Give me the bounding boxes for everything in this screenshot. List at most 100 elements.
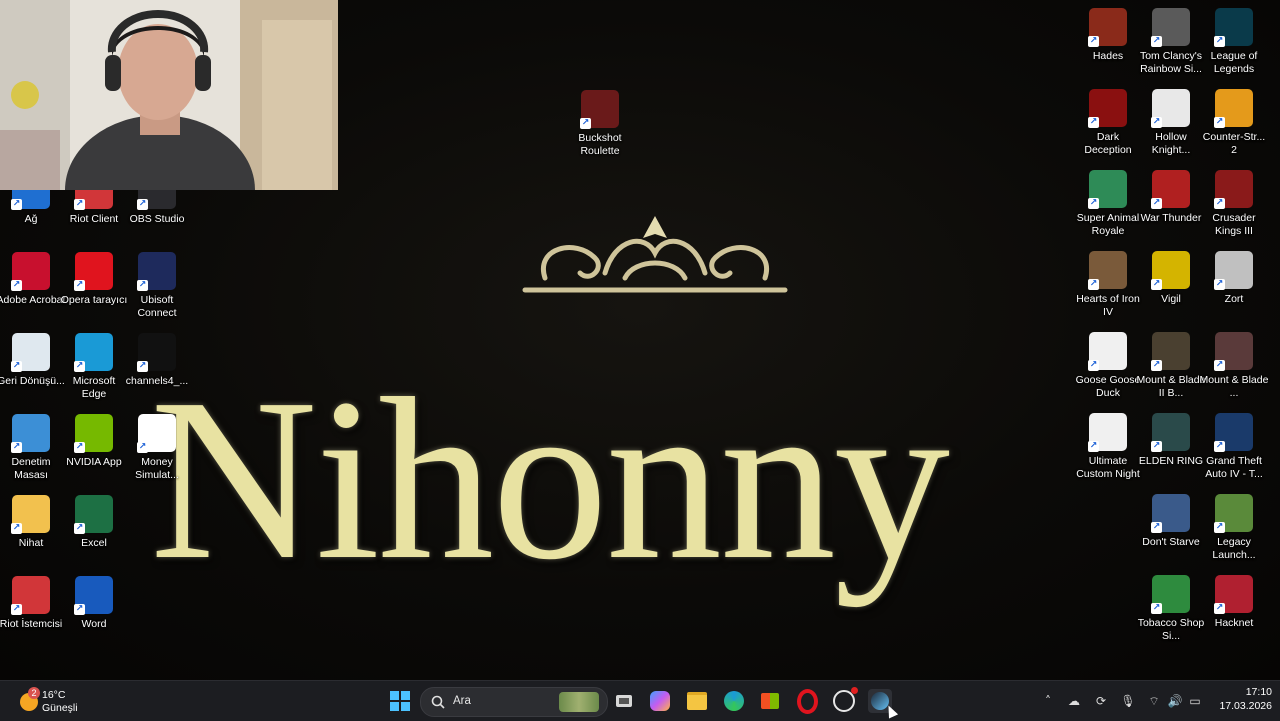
super-animal-royale-icon: ↗ — [1088, 170, 1127, 209]
windows-logo-icon — [390, 691, 410, 711]
desktop-icon-label: Mount & Blade ... — [1199, 374, 1269, 399]
tray-microphone-icon[interactable]: 🎙 — [1120, 693, 1136, 709]
desktop-icon[interactable]: ↗ Ultimate Custom Night — [1074, 411, 1142, 489]
desktop-icon[interactable]: ↗ Ubisoft Connect — [123, 250, 191, 328]
desktop-icon[interactable]: ↗ Nihat — [0, 493, 65, 571]
desktop-icon[interactable]: ↗ Mount & Blade ... — [1200, 330, 1268, 408]
tray-battery-icon[interactable]: ▭ — [1187, 693, 1203, 709]
tray-overflow-chevron-icon[interactable]: ˄ — [1040, 693, 1056, 709]
desktop-icon[interactable]: ↗ Don't Starve — [1137, 492, 1205, 570]
desktop-icon[interactable]: ↗ channels4_... — [123, 331, 191, 409]
edge-icon — [724, 691, 744, 711]
desktop-icon[interactable]: ↗ Geri Dönüşü... — [0, 331, 65, 409]
shortcut-arrow-icon: ↗ — [1214, 603, 1225, 614]
desktop-icon-label: Opera tarayıcı — [60, 294, 128, 306]
taskbar-opera[interactable] — [795, 688, 819, 714]
desktop-icon[interactable]: ↗ Grand Theft Auto IV - T... — [1200, 411, 1268, 489]
desktop-icon[interactable]: ↗ Legacy Launch... — [1200, 492, 1268, 570]
desktop-icon[interactable]: ↗ Riot İstemcisi — [0, 574, 65, 652]
shortcut-arrow-icon: ↗ — [1088, 360, 1099, 371]
desktop-icon[interactable]: ↗ Hacknet — [1200, 573, 1268, 651]
desktop-icon[interactable]: ↗ NVIDIA App — [60, 412, 128, 490]
tray-wifi-icon[interactable]: ⌔ — [1146, 693, 1162, 709]
taskbar-search[interactable]: Ara — [420, 687, 608, 717]
folder-icon — [687, 692, 707, 710]
desktop-icon-label: Counter-Str... 2 — [1202, 131, 1266, 156]
taskbar-edge[interactable] — [722, 689, 746, 713]
desktop-icon-label: Geri Dönüşü... — [0, 375, 65, 387]
start-button[interactable] — [388, 689, 412, 713]
copilot-icon — [650, 691, 670, 711]
shortcut-arrow-icon: ↗ — [137, 280, 148, 291]
desktop-icon-label: Ağ — [24, 213, 38, 225]
weather-widget[interactable]: 2 16°C Güneşli — [14, 687, 94, 715]
taskbar-copilot[interactable] — [648, 689, 672, 713]
image-file-icon: ↗ — [137, 333, 176, 372]
desktop-icon[interactable]: ↗ Goose Goose Duck — [1074, 330, 1142, 408]
desktop-icon[interactable]: ↗ Dark Deception — [1074, 87, 1142, 165]
taskbar-store[interactable] — [758, 689, 782, 713]
desktop-icon-label: channels4_... — [125, 375, 189, 387]
tobacco-shop-icon: ↗ — [1151, 575, 1190, 614]
hacknet-icon: ↗ — [1214, 575, 1253, 614]
desktop-icon[interactable]: ↗ Hollow Knight... — [1137, 87, 1205, 165]
desktop-icon[interactable]: ↗ Tom Clancy's Rainbow Si... — [1137, 6, 1205, 84]
webcam-overlay — [0, 0, 338, 190]
desktop-icon-label: Hades — [1092, 50, 1124, 62]
shortcut-arrow-icon: ↗ — [1088, 117, 1099, 128]
desktop-icon-label: War Thunder — [1140, 212, 1202, 224]
tray-sync-icon[interactable]: ⟳ — [1093, 693, 1109, 709]
desktop-icon-label: Don't Starve — [1142, 536, 1200, 548]
shortcut-arrow-icon: ↗ — [1088, 441, 1099, 452]
shortcut-arrow-icon: ↗ — [74, 280, 85, 291]
desktop-icon-label: Vigil — [1161, 293, 1181, 305]
desktop-icon[interactable]: ↗ Word — [60, 574, 128, 652]
shortcut-arrow-icon: ↗ — [1151, 117, 1162, 128]
shortcut-arrow-icon: ↗ — [1088, 198, 1099, 209]
desktop-icon[interactable]: ↗ League of Legends — [1200, 6, 1268, 84]
clock-time: 17:10 — [1245, 686, 1272, 698]
desktop-icon[interactable]: ↗ Crusader Kings III — [1200, 168, 1268, 246]
desktop-icon[interactable]: ↗ Hearts of Iron IV — [1074, 249, 1142, 327]
desktop-icon[interactable]: ↗ Denetim Masası — [0, 412, 65, 490]
shortcut-arrow-icon: ↗ — [11, 199, 22, 210]
desktop-icon[interactable]: ↗ Mount & Blade II B... — [1137, 330, 1205, 408]
task-view-button[interactable] — [612, 689, 636, 713]
taskbar-obs[interactable] — [832, 687, 858, 713]
shortcut-arrow-icon: ↗ — [11, 523, 22, 534]
taskbar-file-explorer[interactable] — [685, 689, 709, 713]
tray-cloud-icon[interactable]: ☁ — [1066, 693, 1082, 709]
crusader-kings-icon: ↗ — [1214, 170, 1253, 209]
desktop-icon[interactable]: ↗ Zort — [1200, 249, 1268, 327]
search-highlight-image — [559, 692, 599, 712]
ultimate-custom-night-icon: ↗ — [1088, 413, 1127, 452]
desktop-icon-label: Grand Theft Auto IV - T... — [1205, 455, 1263, 480]
desktop-icon[interactable]: ↗ Super Animal Royale — [1074, 168, 1142, 246]
desktop-icon-label: Crusader Kings III — [1212, 212, 1256, 237]
desktop-icon[interactable]: ↗ Opera tarayıcı — [60, 250, 128, 328]
desktop-icon-label: Excel — [81, 537, 107, 549]
tray-volume-icon[interactable]: 🔊 — [1167, 693, 1183, 709]
desktop-icon-label: Goose Goose Duck — [1075, 374, 1141, 399]
desktop-icon[interactable]: ↗ Hades — [1074, 6, 1142, 84]
desktop-icon[interactable]: ↗ Excel — [60, 493, 128, 571]
desktop-icon[interactable]: ↗ ELDEN RING — [1137, 411, 1205, 489]
desktop-icon[interactable]: ↗ Microsoft Edge — [60, 331, 128, 409]
desktop-icon[interactable]: ↗ Vigil — [1137, 249, 1205, 327]
task-view-icon — [616, 695, 632, 707]
clock[interactable]: 17:10 17.03.2026 — [1210, 685, 1272, 713]
desktop-icon[interactable]: ↗ Counter-Str... 2 — [1200, 87, 1268, 165]
desktop-icon-label: Money Simulat... — [135, 456, 179, 481]
desktop-icon[interactable]: ↗ Adobe Acrobat — [0, 250, 65, 328]
shortcut-arrow-icon: ↗ — [1214, 279, 1225, 290]
desktop-icon[interactable]: ↗ War Thunder — [1137, 168, 1205, 246]
shortcut-arrow-icon: ↗ — [1151, 522, 1162, 533]
shortcut-arrow-icon: ↗ — [74, 199, 85, 210]
mount-blade-icon: ↗ — [1151, 332, 1190, 371]
weather-condition: Güneşli — [42, 702, 78, 714]
shortcut-arrow-icon: ↗ — [11, 280, 22, 291]
desktop-icon[interactable]: ↗ Buckshot Roulette — [566, 88, 634, 166]
desktop-icon[interactable]: ↗ Money Simulat... — [123, 412, 191, 490]
hollow-knight-icon: ↗ — [1151, 89, 1190, 128]
desktop-icon[interactable]: ↗ Tobacco Shop Si... — [1137, 573, 1205, 651]
